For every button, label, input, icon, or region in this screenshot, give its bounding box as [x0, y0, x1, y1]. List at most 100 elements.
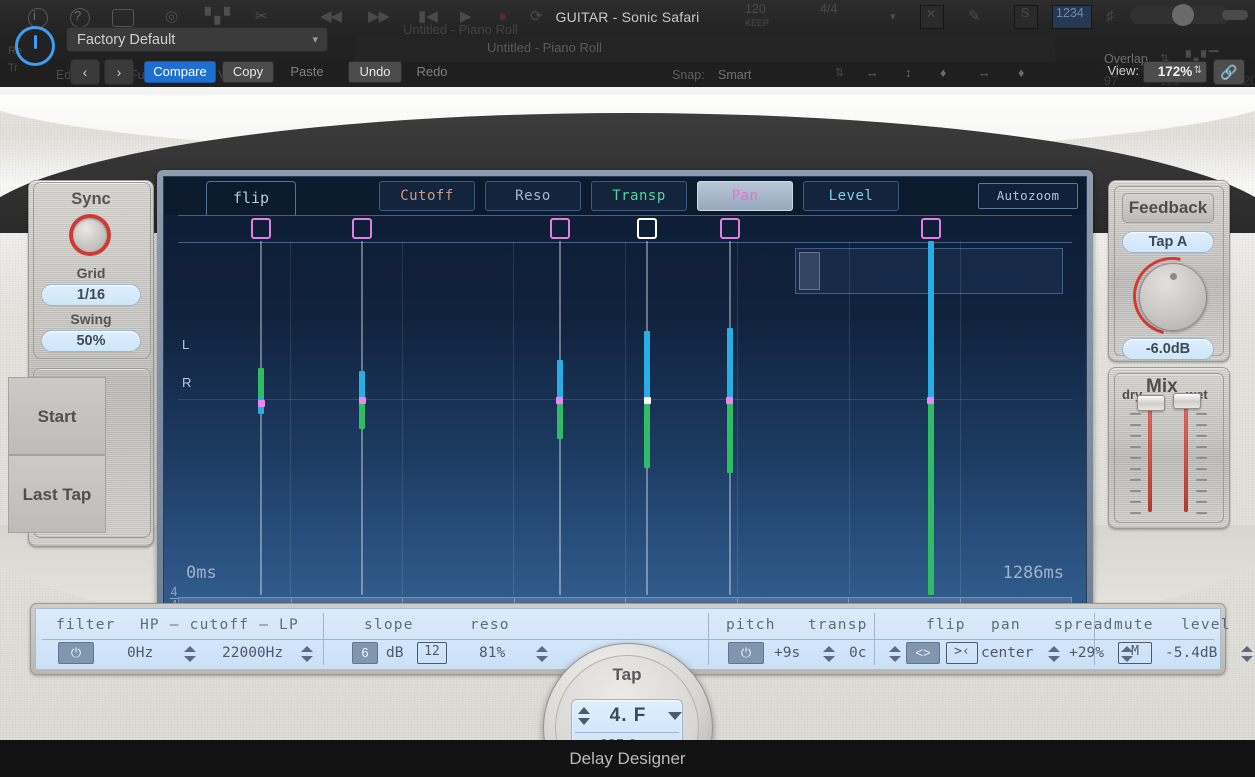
tap-bar-right[interactable] — [258, 368, 265, 397]
tap-pan-handle[interactable] — [556, 397, 564, 405]
tap-bar-right[interactable] — [927, 398, 934, 595]
tap-bar-right[interactable] — [556, 398, 563, 440]
snap-stepper-icon[interactable]: ⇅ — [835, 66, 844, 79]
feedback-level-value[interactable]: -6.0dB — [1122, 338, 1214, 360]
slope-6db-button[interactable]: 6 — [352, 642, 378, 664]
pan-value[interactable]: center — [981, 645, 1033, 661]
level-stepper[interactable] — [1241, 645, 1253, 663]
info-icon[interactable] — [28, 8, 48, 28]
undo-button[interactable]: Undo — [348, 61, 402, 83]
tap-id-marker[interactable] — [549, 218, 570, 239]
tap-bar-right[interactable] — [726, 398, 733, 473]
spread-value[interactable]: +29% — [1069, 645, 1104, 661]
tap-stem[interactable] — [260, 241, 263, 595]
preset-prev-button[interactable]: ‹ — [70, 59, 100, 85]
snap-value[interactable]: Smart — [718, 68, 751, 82]
pitch-value[interactable]: +9s — [774, 645, 800, 661]
tab-reso[interactable]: Reso — [485, 181, 581, 211]
reso-stepper[interactable] — [536, 645, 548, 663]
tap-bar-left[interactable] — [359, 370, 366, 399]
tap-bar-left[interactable] — [726, 327, 733, 399]
feedback-tap-value[interactable]: Tap A — [1122, 231, 1214, 253]
tap-pan-handle[interactable] — [927, 397, 935, 405]
chevron-down-icon-host[interactable]: ▾ — [890, 7, 896, 27]
tap-dial-dropdown-icon[interactable] — [668, 712, 682, 720]
tab-cutoff[interactable]: Cutoff — [379, 181, 475, 211]
note-icon[interactable]: ♯ — [1106, 7, 1114, 27]
host-mini-slider[interactable] — [1222, 10, 1248, 20]
tap-pan-handle[interactable] — [643, 397, 651, 405]
view-stepper-icon[interactable]: ⇅ — [1194, 61, 1202, 81]
dry-slider-track[interactable] — [1148, 400, 1152, 512]
tap-plot-area[interactable] — [178, 241, 1072, 595]
last-tap-button[interactable]: Last Tap — [8, 455, 106, 533]
tap-pan-handle[interactable] — [358, 396, 366, 404]
level-value[interactable]: -5.4dB — [1165, 645, 1217, 661]
mute-button[interactable]: M — [1118, 642, 1152, 664]
rewind-icon[interactable]: ◀◀ — [320, 7, 342, 27]
tap-dial-stepper[interactable] — [578, 707, 590, 725]
reso-value[interactable]: 81% — [479, 645, 505, 661]
tuner-icon[interactable]: ◎ — [165, 7, 178, 27]
tap-bar-left[interactable] — [644, 331, 651, 399]
transp-value[interactable]: 0c — [849, 645, 866, 661]
transp-stepper[interactable] — [889, 645, 901, 663]
filter-hp-stepper[interactable] — [184, 645, 196, 663]
forward-icon[interactable]: ▶▶ — [368, 7, 390, 27]
compare-button[interactable]: Compare — [144, 61, 216, 83]
stretch-icon[interactable]: ↔ — [978, 66, 991, 80]
view-zoom-value[interactable]: 172% ⇅ — [1143, 61, 1207, 83]
wet-slider-track[interactable] — [1184, 400, 1188, 512]
tap-id-marker[interactable] — [719, 218, 740, 239]
flip-cross-icon[interactable]: >‹ — [946, 642, 978, 664]
sync-led-icon[interactable] — [73, 218, 107, 252]
tab-transp[interactable]: Transp — [591, 181, 687, 211]
redo-button[interactable]: Redo — [406, 61, 458, 83]
host-slider-knob[interactable] — [1172, 4, 1194, 26]
tap-id-marker[interactable] — [920, 218, 941, 239]
scissors-icon[interactable]: ✂ — [255, 7, 268, 27]
slope-12db-button[interactable]: 12 — [417, 642, 447, 664]
tap-id-marker[interactable] — [251, 218, 272, 239]
velocity-icon-1[interactable]: ♦ — [940, 66, 946, 80]
preset-selector[interactable]: Factory Default ▾ — [66, 27, 328, 52]
feedback-knob[interactable] — [1139, 263, 1207, 331]
pitch-power-button[interactable]: ⏻ — [728, 642, 764, 664]
copy-button[interactable]: Copy — [222, 61, 274, 83]
tap-pan-handle[interactable] — [726, 397, 734, 405]
delay-display[interactable]: flip Cutoff Reso Transp Pan Level Autozo… — [163, 176, 1087, 634]
start-button[interactable]: Start — [8, 377, 106, 455]
preset-next-button[interactable]: › — [104, 59, 134, 85]
filter-lp-value[interactable]: 22000Hz — [222, 645, 283, 661]
tap-id-marker[interactable] — [637, 218, 658, 239]
grid-value[interactable]: 1/16 — [41, 284, 141, 306]
cycle-icon[interactable]: ⟳ — [530, 7, 543, 27]
size-v-icon[interactable]: ↕ — [905, 66, 911, 80]
tap-bar-left[interactable] — [556, 359, 563, 399]
tap-bar-left[interactable] — [927, 241, 934, 399]
link-button[interactable]: 🔗 — [1213, 59, 1245, 85]
inspector-icon[interactable] — [112, 9, 134, 27]
tab-pan[interactable]: Pan — [697, 181, 793, 211]
pan-stepper[interactable] — [1048, 645, 1060, 663]
feedback-title[interactable]: Feedback — [1122, 193, 1214, 223]
tab-level[interactable]: Level — [803, 181, 899, 211]
size-h-icon[interactable]: ↔ — [866, 66, 879, 80]
dry-slider-handle[interactable] — [1137, 395, 1165, 411]
pitch-stepper[interactable] — [823, 645, 835, 663]
filter-lp-stepper[interactable] — [301, 645, 313, 663]
swing-value[interactable]: 50% — [41, 330, 141, 352]
filter-hp-value[interactable]: 0Hz — [127, 645, 153, 661]
pencil-icon[interactable]: ✎ — [968, 7, 981, 27]
tap-id-marker[interactable] — [352, 218, 373, 239]
power-icon[interactable] — [15, 26, 55, 66]
paste-button[interactable]: Paste — [278, 61, 336, 83]
velocity-icon-2[interactable]: ♦ — [1018, 66, 1024, 80]
tap-pan-handle[interactable] — [257, 399, 265, 407]
flip-tab[interactable]: flip — [206, 181, 296, 215]
tap-bar-right[interactable] — [644, 398, 651, 468]
wet-slider-handle[interactable] — [1173, 393, 1201, 409]
autozoom-button[interactable]: Autozoom — [978, 183, 1078, 209]
flip-lr-icon[interactable]: <> — [906, 642, 940, 664]
mixer-icon[interactable]: ▘▖▘ — [205, 7, 236, 27]
